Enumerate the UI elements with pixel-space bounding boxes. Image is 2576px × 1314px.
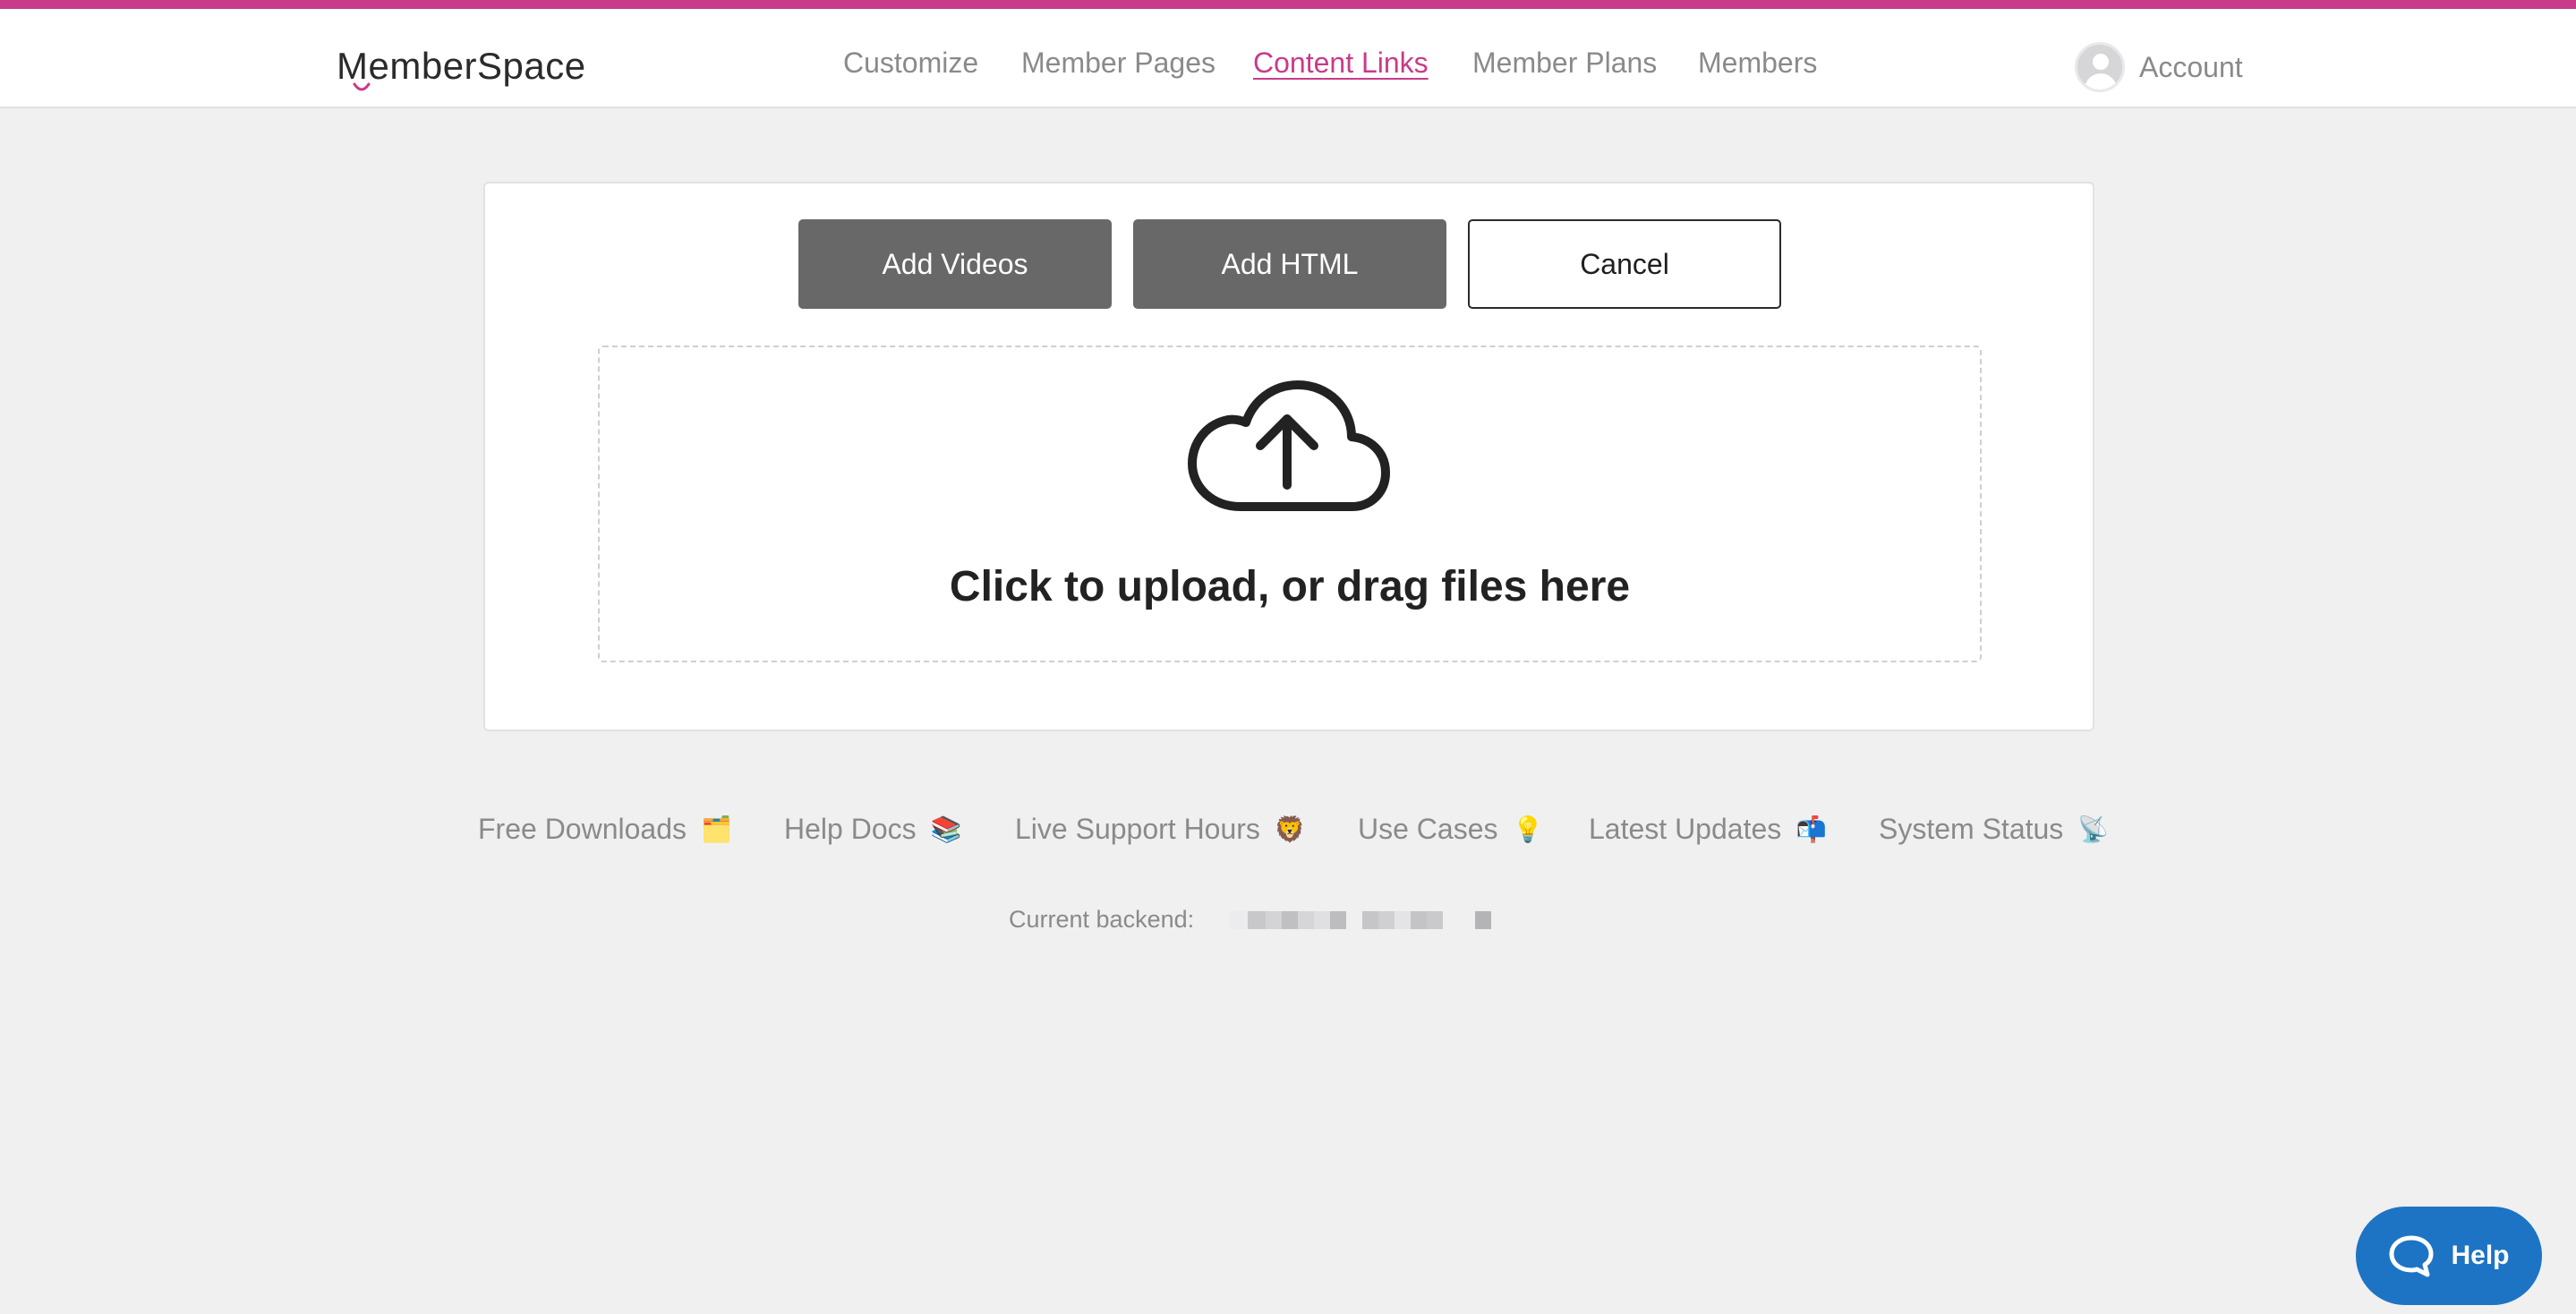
lightbulb-icon: 💡 [1512, 815, 1544, 843]
footer-link-label: Help Docs [784, 813, 917, 845]
footer-link-latest-updates[interactable]: Latest Updates 📬 [1589, 813, 1827, 846]
footer-link-label: Latest Updates [1589, 813, 1782, 845]
satellite-icon: 📡 [2077, 815, 2110, 843]
help-widget-button[interactable]: Help [2356, 1207, 2542, 1305]
accent-top-bar [0, 0, 2576, 9]
footer-link-help-docs[interactable]: Help Docs 📚 [784, 813, 961, 846]
logo-initial-letter: M [337, 45, 369, 87]
footer-link-system-status[interactable]: System Status 📡 [1879, 813, 2109, 846]
account-label: Account [2139, 50, 2243, 83]
logo-initial: M [337, 45, 371, 91]
upload-card: Add Videos Add HTML Cancel Click to uplo… [483, 182, 2094, 731]
footer-link-label: Live Support Hours [1015, 813, 1260, 845]
file-dropzone[interactable]: Click to upload, or drag files here [598, 346, 1982, 662]
cloud-upload-icon [1188, 380, 1390, 511]
chat-bubble-icon [2389, 1235, 2434, 1277]
footer-link-live-support-hours[interactable]: Live Support Hours 🦁 [1015, 813, 1306, 846]
footer-link-label: System Status [1879, 813, 2064, 845]
add-html-button[interactable]: Add HTML [1133, 219, 1446, 309]
folder-icon: 🗂️ [701, 815, 732, 843]
account-menu[interactable]: Account [2075, 41, 2243, 93]
redacted-backend-value [1214, 910, 1492, 929]
footer-link-label: Use Cases [1358, 813, 1498, 845]
books-icon: 📚 [930, 815, 962, 843]
add-videos-button[interactable]: Add Videos [798, 219, 1112, 309]
lion-icon: 🦁 [1274, 815, 1306, 843]
help-label: Help [2451, 1241, 2510, 1270]
dropzone-text: Click to upload, or drag files here [949, 563, 1631, 610]
footer-link-free-downloads[interactable]: Free Downloads 🗂️ [478, 813, 732, 846]
footer-link-use-cases[interactable]: Use Cases 💡 [1358, 813, 1543, 846]
current-backend: Current backend: [1009, 906, 1492, 934]
top-navigation-header: M emberSpace Customize Member Pages Cont… [0, 9, 2576, 108]
user-avatar-icon [2075, 42, 2125, 92]
memberspace-logo[interactable]: M emberSpace [337, 39, 586, 93]
nav-item-members[interactable]: Members [1698, 47, 1817, 80]
nav-item-member-plans[interactable]: Member Plans [1472, 47, 1657, 80]
logo-text: emberSpace [368, 45, 586, 87]
footer-links: Free Downloads 🗂️ Help Docs 📚 Live Suppo… [0, 813, 2576, 858]
nav-item-customize[interactable]: Customize [843, 47, 978, 80]
nav-item-member-pages[interactable]: Member Pages [1021, 47, 1215, 80]
mailbox-icon: 📬 [1796, 815, 1828, 843]
nav-item-content-links[interactable]: Content Links [1253, 47, 1429, 80]
cancel-button[interactable]: Cancel [1468, 219, 1781, 309]
backend-label: Current backend: [1009, 906, 1195, 933]
logo-smile-icon [353, 82, 371, 91]
footer-link-label: Free Downloads [478, 813, 687, 845]
